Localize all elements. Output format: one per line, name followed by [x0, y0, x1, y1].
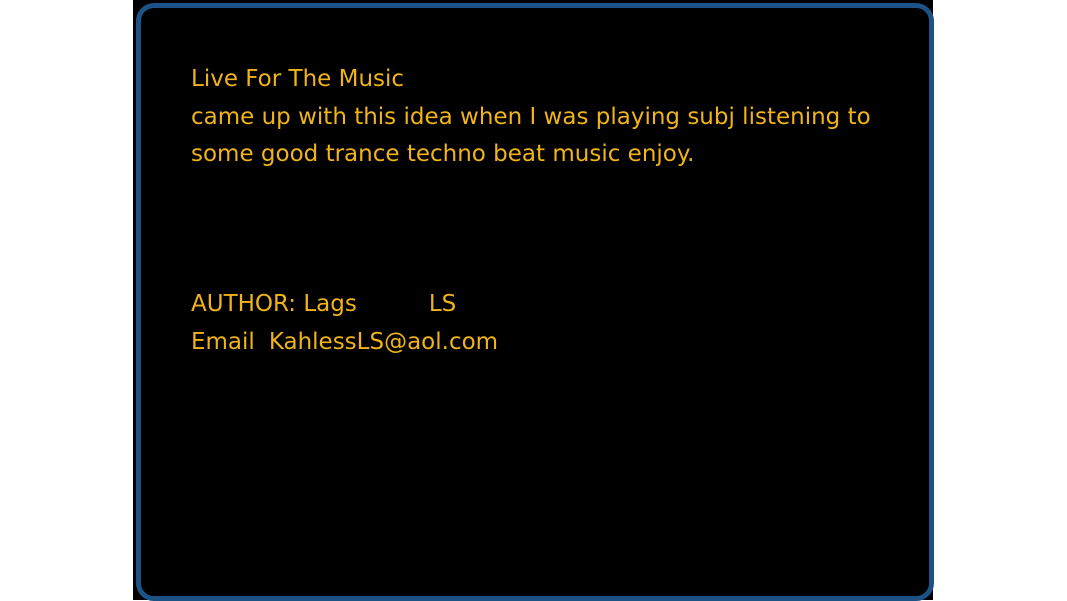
screen: Live For The Music came up with this ide…	[133, 0, 934, 601]
page-title: Live For The Music	[191, 66, 405, 92]
description-line-1: came up with this idea when I was playin…	[191, 103, 871, 130]
email-row: Email KahlessLS@aol.com	[191, 324, 911, 362]
content-frame: Live For The Music came up with this ide…	[136, 3, 934, 601]
description-block: Live For The Music came up with this ide…	[191, 61, 911, 174]
description-line-2: some good trance techno beat music enjoy…	[191, 141, 695, 167]
author-row: AUTHOR: Lags LS	[191, 286, 911, 324]
author-initials: LS	[428, 291, 457, 317]
author-block: AUTHOR: Lags LS Email KahlessLS@aol.com	[191, 286, 911, 361]
email-label: Email	[191, 328, 255, 355]
author-label: AUTHOR: Lags	[191, 291, 357, 317]
email-value: KahlessLS@aol.com	[268, 328, 499, 355]
